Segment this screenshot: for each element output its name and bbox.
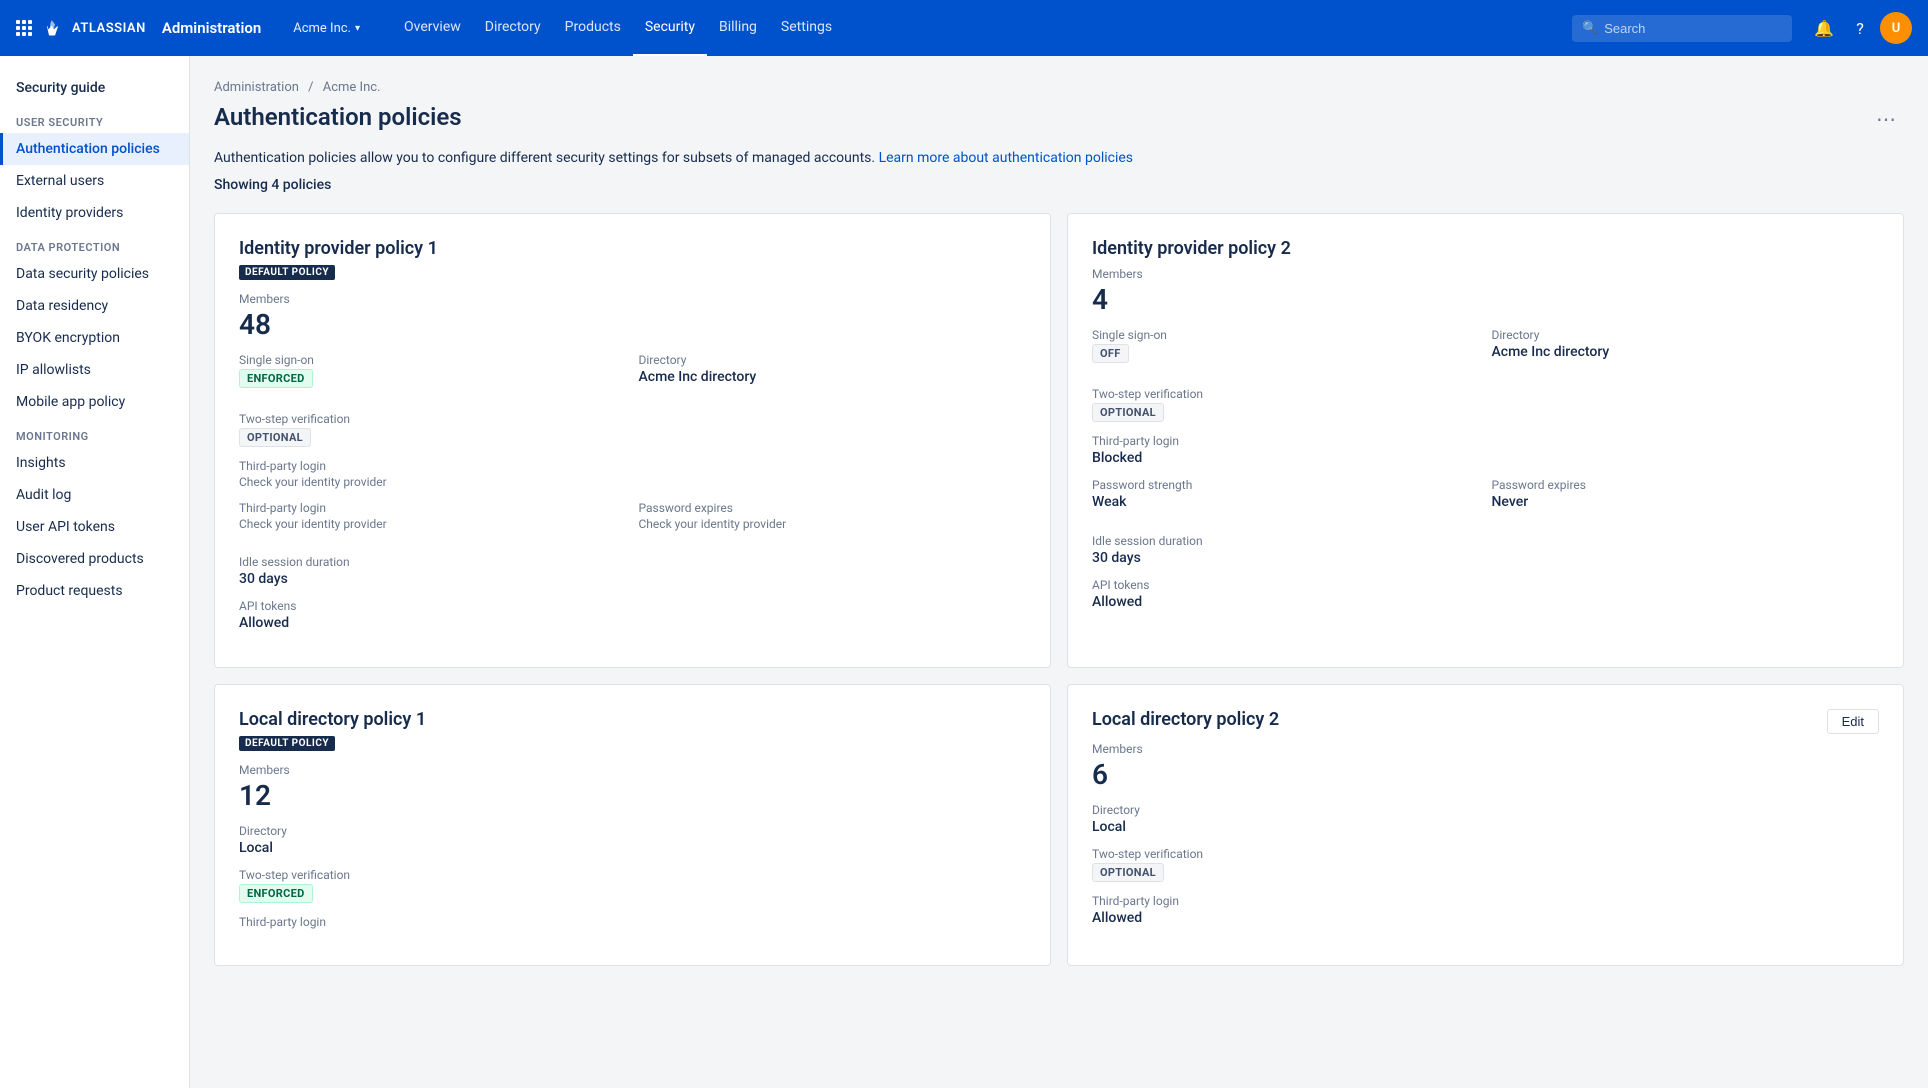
policy-3-2sv-badge: ENFORCED — [239, 884, 313, 903]
breadcrumb-admin[interactable]: Administration — [214, 80, 299, 95]
policy-card-2: Identity provider policy 2 Members 4 Sin… — [1067, 213, 1904, 668]
policy-3-members: Members 12 — [239, 763, 1026, 812]
policy-2-sso-directory: Single sign-on OFF Directory Acme Inc di… — [1092, 328, 1879, 375]
nav-products[interactable]: Products — [553, 0, 633, 56]
atlassian-logo-icon — [40, 16, 64, 40]
sidebar-section-user-security: USER SECURITY — [0, 104, 189, 133]
search-input[interactable] — [1604, 21, 1782, 36]
policy-4-2sv: Two-step verification OPTIONAL — [1092, 847, 1879, 882]
policy-card-2-header: Identity provider policy 2 — [1092, 238, 1879, 259]
policy-3-directory: Directory Local — [239, 824, 1026, 856]
nav-settings[interactable]: Settings — [769, 0, 844, 56]
policy-1-idle-session: Idle session duration 30 days — [239, 555, 1026, 587]
nav-overview[interactable]: Overview — [392, 0, 473, 56]
page-title: Authentication policies — [214, 103, 462, 131]
org-name: Acme Inc. — [293, 21, 351, 36]
policy-4-name: Local directory policy 2 — [1092, 709, 1279, 730]
chevron-down-icon: ▾ — [355, 23, 360, 34]
policy-4-edit-button[interactable]: Edit — [1827, 709, 1879, 734]
showing-label: Showing 4 policies — [214, 177, 1904, 193]
policy-1-3rdparty-passwords: Third-party login Check your identity pr… — [239, 501, 1026, 543]
policy-card-1-header: Identity provider policy 1 — [239, 238, 1026, 259]
nav-billing[interactable]: Billing — [707, 0, 769, 56]
policy-1-api-tokens: API tokens Allowed — [239, 599, 1026, 631]
topnav-action-icons: 🔔 ? U — [1808, 12, 1912, 44]
page-header: Authentication policies ⋯ — [214, 103, 1904, 136]
sidebar-item-byok-encryption[interactable]: BYOK encryption — [0, 322, 189, 354]
sidebar: Security guide USER SECURITY Authenticat… — [0, 56, 190, 1088]
atlassian-text: ATLASSIAN — [72, 21, 146, 36]
sidebar-item-discovered-products[interactable]: Discovered products — [0, 543, 189, 575]
grid-icon — [16, 20, 32, 36]
policy-card-4: Local directory policy 2 Edit Members 6 … — [1067, 684, 1904, 966]
policy-2-idle-session: Idle session duration 30 days — [1092, 534, 1879, 566]
policy-1-name: Identity provider policy 1 — [239, 238, 438, 259]
sidebar-section-data-protection: DATA PROTECTION — [0, 229, 189, 258]
policy-2-3rdparty: Third-party login Blocked — [1092, 434, 1879, 466]
app-brand: Administration — [162, 19, 261, 37]
topnav: ATLASSIAN Administration Acme Inc. ▾ Ove… — [0, 0, 1928, 56]
search-icon: 🔍 — [1582, 21, 1598, 36]
sidebar-item-mobile-app-policy[interactable]: Mobile app policy — [0, 386, 189, 418]
policy-3-default-badge: DEFAULT POLICY — [239, 736, 335, 751]
policy-1-sso-badge: ENFORCED — [239, 369, 313, 388]
policy-1-sso-directory: Single sign-on ENFORCED Directory Acme I… — [239, 353, 1026, 400]
policy-2-name: Identity provider policy 2 — [1092, 238, 1291, 259]
org-selector[interactable]: Acme Inc. ▾ — [285, 17, 368, 40]
more-options-button[interactable]: ⋯ — [1868, 103, 1904, 136]
policy-4-members: Members 6 — [1092, 742, 1879, 791]
policy-3-name: Local directory policy 1 — [239, 709, 426, 730]
policy-1-2sv: Two-step verification OPTIONAL — [239, 412, 1026, 447]
policies-grid: Identity provider policy 1 DEFAULT POLIC… — [214, 213, 1904, 966]
policy-4-2sv-badge: OPTIONAL — [1092, 863, 1164, 882]
sidebar-item-authentication-policies[interactable]: Authentication policies — [0, 133, 189, 165]
policy-card-1: Identity provider policy 1 DEFAULT POLIC… — [214, 213, 1051, 668]
policy-2-password: Password strength Weak Password expires … — [1092, 478, 1879, 522]
policy-1-3rdparty1: Third-party login Check your identity pr… — [239, 459, 1026, 489]
sidebar-item-audit-log[interactable]: Audit log — [0, 479, 189, 511]
main-layout: Security guide USER SECURITY Authenticat… — [0, 56, 1928, 1088]
sidebar-item-product-requests[interactable]: Product requests — [0, 575, 189, 607]
policy-2-2sv: Two-step verification OPTIONAL — [1092, 387, 1879, 422]
policy-4-3rdparty: Third-party login Allowed — [1092, 894, 1879, 926]
page-description: Authentication policies allow you to con… — [214, 148, 1904, 169]
sidebar-item-security-guide[interactable]: Security guide — [0, 72, 189, 104]
notifications-icon[interactable]: 🔔 — [1808, 12, 1840, 44]
policy-3-2sv: Two-step verification ENFORCED — [239, 868, 1026, 903]
breadcrumb-separator: / — [308, 80, 313, 95]
policy-1-2sv-badge: OPTIONAL — [239, 428, 311, 447]
sidebar-section-monitoring: MONITORING — [0, 418, 189, 447]
app-logo[interactable]: ATLASSIAN — [16, 16, 146, 40]
learn-more-link[interactable]: Learn more about authentication policies — [879, 150, 1133, 166]
policy-2-members: Members 4 — [1092, 267, 1879, 316]
policy-4-directory: Directory Local — [1092, 803, 1879, 835]
policy-2-2sv-badge: OPTIONAL — [1092, 403, 1164, 422]
breadcrumb-org[interactable]: Acme Inc. — [323, 80, 381, 95]
sidebar-item-insights[interactable]: Insights — [0, 447, 189, 479]
policy-2-api-tokens: API tokens Allowed — [1092, 578, 1879, 610]
sidebar-item-user-api-tokens[interactable]: User API tokens — [0, 511, 189, 543]
policy-2-sso-badge: OFF — [1092, 344, 1129, 363]
policy-card-3-header: Local directory policy 1 — [239, 709, 1026, 730]
policy-3-3rdparty: Third-party login — [239, 915, 1026, 929]
search-bar[interactable]: 🔍 — [1572, 15, 1792, 42]
nav-directory[interactable]: Directory — [473, 0, 553, 56]
policy-card-4-header: Local directory policy 2 Edit — [1092, 709, 1879, 734]
policy-1-members: Members 48 — [239, 292, 1026, 341]
help-icon[interactable]: ? — [1844, 12, 1876, 44]
avatar[interactable]: U — [1880, 12, 1912, 44]
sidebar-item-identity-providers[interactable]: Identity providers — [0, 197, 189, 229]
sidebar-item-data-security-policies[interactable]: Data security policies — [0, 258, 189, 290]
breadcrumb: Administration / Acme Inc. — [214, 80, 1904, 95]
top-navigation: Overview Directory Products Security Bil… — [392, 0, 844, 56]
policy-card-3: Local directory policy 1 DEFAULT POLICY … — [214, 684, 1051, 966]
nav-security[interactable]: Security — [633, 0, 707, 56]
sidebar-item-data-residency[interactable]: Data residency — [0, 290, 189, 322]
sidebar-item-ip-allowlists[interactable]: IP allowlists — [0, 354, 189, 386]
sidebar-item-external-users[interactable]: External users — [0, 165, 189, 197]
policy-1-default-badge: DEFAULT POLICY — [239, 265, 335, 280]
main-content: Administration / Acme Inc. Authenticatio… — [190, 56, 1928, 1088]
